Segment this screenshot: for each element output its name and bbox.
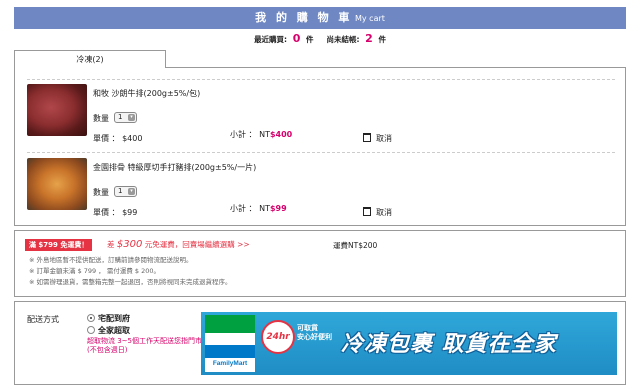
cart-item: 和牧 沙朗牛排(200g±5%/包) 數量 1 ▾ 單價 ： $400 小計 ：… xyxy=(27,84,615,144)
banner-tagline: 可取貨 安心好便利 xyxy=(297,324,332,342)
cancel-label: 取消 xyxy=(376,208,392,217)
cart-items-panel: 和牧 沙朗牛排(200g±5%/包) 數量 1 ▾ 單價 ： $400 小計 ：… xyxy=(14,67,626,226)
cart-item: 金園排骨 特級厚切手打豬排(200g±5%/一片) 數量 1 ▾ 單價 ： $9… xyxy=(27,158,615,218)
promo-suffix: 元免運費，回賣場繼續選購 >> xyxy=(144,240,250,249)
pickup-note: 超取物流 3~5個工作天配送您指門市 (不包含週日) xyxy=(87,337,202,354)
pork-cutlet-photo[interactable] xyxy=(27,158,87,210)
quantity-select[interactable]: 1 ▾ xyxy=(114,186,137,197)
radio-selected-icon[interactable] xyxy=(87,314,95,322)
recent-label: 最近購買: xyxy=(254,35,288,44)
cancel-button[interactable]: 取消 xyxy=(363,133,392,144)
note-line: ※ 如需辦理退貨，需整箱完整一起退回，否則將視同未完成退貨程序。 xyxy=(29,278,232,286)
cart-header: 我 的 購 物 車 My cart xyxy=(14,7,626,29)
note-line: ※ 外島地區暫不提供配送，訂購前請參閱物流配送說明。 xyxy=(29,256,193,264)
item-name[interactable]: 和牧 沙朗牛排(200g±5%/包) xyxy=(93,88,200,99)
logo-text: FamilyMart xyxy=(212,360,248,367)
pending-count: 2 xyxy=(365,32,373,45)
delivery-label: 配送方式 xyxy=(27,315,59,324)
chevron-down-icon: ▾ xyxy=(128,114,135,121)
recent-count: 0 xyxy=(292,32,301,45)
trash-icon xyxy=(363,133,371,142)
cart-title: 我 的 購 物 車 xyxy=(255,11,353,24)
note-line: ※ 訂單金額未滿 $ 799 ， 需付運費 $ 200。 xyxy=(29,267,160,275)
subtotal-value: $400 xyxy=(269,130,293,139)
continue-shopping-link[interactable]: 差 $300 元免運費，回賣場繼續選購 >> xyxy=(107,239,250,250)
cancel-button[interactable]: 取消 xyxy=(363,207,392,218)
promo-prefix: 差 xyxy=(107,240,115,249)
pending-unit: 件 xyxy=(378,35,386,44)
item-name[interactable]: 金園排骨 特級厚切手打豬排(200g±5%/一片) xyxy=(93,162,256,173)
radio-icon[interactable] xyxy=(87,326,95,334)
home-delivery-option[interactable]: 宅配到府 xyxy=(87,313,130,324)
subtotal-label: 小計 ： NT xyxy=(230,204,270,213)
tab-frozen[interactable]: 冷凍(2) xyxy=(14,50,166,68)
recent-unit: 件 xyxy=(305,35,314,44)
quantity-value: 1 xyxy=(118,187,123,195)
cart-summary: 最近購買: 0 件 尚未結帳: 2 件 xyxy=(0,32,640,45)
familymart-banner: FamilyMart 24hr 可取貨 安心好便利 冷凍包裹 取貨在全家 xyxy=(201,312,617,375)
steak-photo[interactable] xyxy=(27,84,87,136)
chevron-down-icon: ▾ xyxy=(128,188,135,195)
free-shipping-badge: 滿 $799 免運費！ xyxy=(25,239,93,251)
familymart-logo: FamilyMart xyxy=(205,315,255,372)
shipping-notes: ※ 外島地區暫不提供配送，訂購前請參閱物流配送說明。 ※ 訂單金額未滿 $ 79… xyxy=(29,255,232,288)
shipping-fee: 運費NT$200 xyxy=(333,241,378,250)
option-label: 全家超取 xyxy=(98,326,130,335)
store-pickup-option[interactable]: 全家超取 xyxy=(87,325,130,336)
cancel-label: 取消 xyxy=(376,134,392,143)
trash-icon xyxy=(363,207,371,216)
subtotal-value: $99 xyxy=(269,204,287,213)
qty-label: 數量 xyxy=(93,114,109,123)
quantity-value: 1 xyxy=(118,113,123,121)
promo-amount: $300 xyxy=(116,239,143,250)
option-label: 宅配到府 xyxy=(98,314,130,323)
quantity-select[interactable]: 1 ▾ xyxy=(114,112,137,123)
unit-price: $400 xyxy=(122,134,143,143)
banner-slogan: 冷凍包裹 取貨在全家 xyxy=(341,332,557,357)
shipping-promo-panel: 滿 $799 免運費！ 差 $300 元免運費，回賣場繼續選購 >> 運費NT$… xyxy=(14,230,626,297)
delivery-panel: 配送方式 宅配到府 全家超取 超取物流 3~5個工作天配送您指門市 (不包含週日… xyxy=(14,301,626,385)
price-label: 單價 ： xyxy=(93,208,120,217)
price-label: 單價 ： xyxy=(93,134,120,143)
tagline-2: 安心好便利 xyxy=(297,333,332,341)
divider xyxy=(27,152,615,153)
cart-subtitle: My cart xyxy=(354,14,385,23)
subtotal-label: 小計 ： NT xyxy=(230,130,270,139)
unit-price: $99 xyxy=(122,208,138,217)
qty-label: 數量 xyxy=(93,188,109,197)
24hr-badge: 24hr xyxy=(261,320,295,354)
tagline-1: 可取貨 xyxy=(297,324,318,332)
pending-label: 尚未結帳: xyxy=(326,35,360,44)
divider xyxy=(27,79,615,80)
